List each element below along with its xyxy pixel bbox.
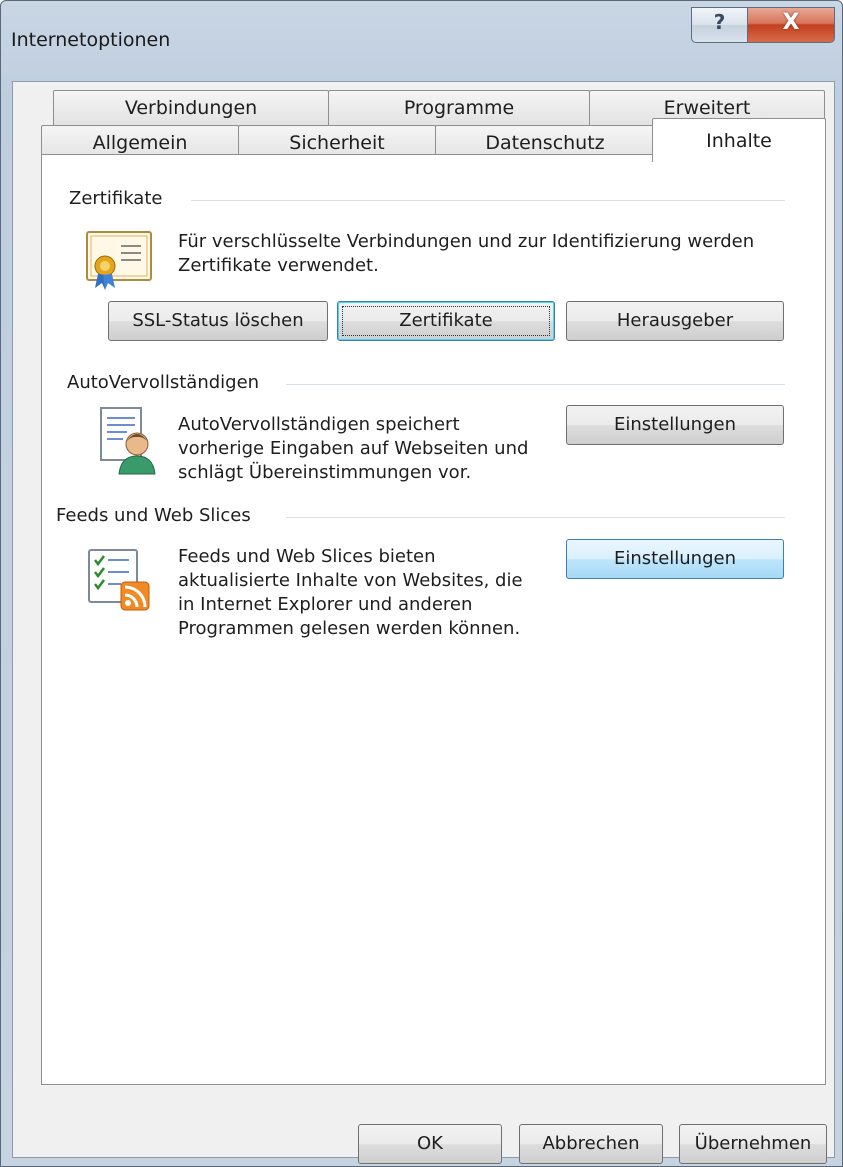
tab-inhalte[interactable]: Inhalte	[652, 118, 826, 162]
publishers-button[interactable]: Herausgeber	[566, 301, 784, 341]
window-title: Internetoptionen	[11, 29, 171, 51]
divider	[286, 384, 785, 385]
tab-verbindungen[interactable]: Verbindungen	[53, 90, 329, 126]
clear-ssl-state-button[interactable]: SSL-Status löschen	[108, 301, 328, 341]
tab-programme[interactable]: Programme	[328, 90, 590, 126]
internet-options-window: Internetoptionen ? X Verbindungen Progra…	[0, 0, 843, 1167]
title-bar[interactable]: Internetoptionen ? X	[1, 1, 842, 81]
feeds-description-line-1: Feeds und Web Slices bieten	[178, 546, 436, 567]
autocomplete-description-line-1: AutoVervollständigen speichert	[178, 414, 460, 435]
feeds-description-line-4: Programmen gelesen werden können.	[178, 618, 521, 639]
group-label-zertifikate: Zertifikate	[69, 188, 173, 209]
divider	[286, 517, 785, 518]
close-icon: X	[782, 10, 800, 35]
feeds-description-line-3: in Internet Explorer und anderen	[178, 594, 473, 615]
autocomplete-description-line-2: vorherige Eingaben auf Webseiten und	[178, 438, 529, 459]
feeds-description-line-2: aktualisierte Inhalte von Websites, die	[178, 570, 523, 591]
autocomplete-description: AutoVervollständigen speichert vorherige…	[178, 413, 568, 485]
certificates-description-line-1: Für verschlüsselte Verbindungen und zur …	[178, 231, 755, 252]
divider	[191, 200, 785, 201]
rss-feed-icon	[88, 549, 150, 611]
autocomplete-settings-button[interactable]: Einstellungen	[566, 405, 784, 445]
ok-button[interactable]: OK	[358, 1124, 502, 1164]
autocomplete-description-line-3: schlägt Übereinstimmungen vor.	[178, 462, 472, 483]
feeds-settings-button[interactable]: Einstellungen	[566, 539, 784, 579]
certificate-icon	[86, 231, 152, 290]
certificates-description-line-2: Zertifikate verwendet.	[178, 255, 379, 276]
help-button[interactable]: ?	[691, 7, 748, 43]
help-icon: ?	[713, 10, 726, 34]
autocomplete-user-icon	[100, 407, 156, 475]
feeds-description: Feeds und Web Slices bieten aktualisiert…	[178, 545, 568, 641]
close-button[interactable]: X	[747, 7, 835, 43]
certificates-button[interactable]: Zertifikate	[337, 301, 555, 341]
group-label-feeds: Feeds und Web Slices	[56, 505, 261, 526]
cancel-button[interactable]: Abbrechen	[519, 1124, 663, 1164]
group-label-autocomplete: AutoVervollständigen	[67, 372, 270, 393]
apply-button[interactable]: Übernehmen	[679, 1124, 827, 1164]
certificates-description: Für verschlüsselte Verbindungen und zur …	[178, 230, 798, 278]
